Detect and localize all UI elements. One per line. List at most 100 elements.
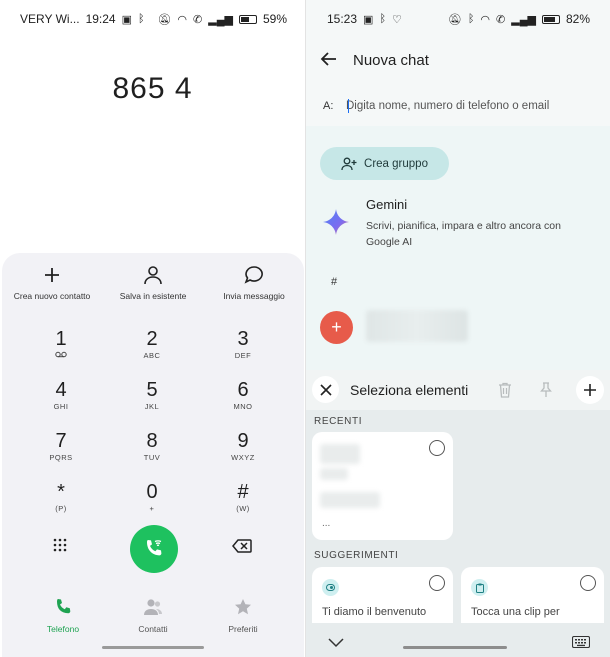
- create-contact-label: Crea nuovo contatto: [13, 291, 91, 301]
- battery-icon: [238, 14, 257, 24]
- mute-icon: 🔕︎: [447, 13, 462, 26]
- blurred-clip-content: [320, 444, 360, 464]
- star-icon: [235, 599, 251, 615]
- contacts-icon: [144, 599, 162, 615]
- key-letters: (P): [55, 504, 67, 513]
- key-digit: 4: [55, 379, 67, 401]
- message-icon: [204, 263, 304, 287]
- bluetooth-icon: ᛒ: [379, 13, 387, 25]
- battery-icon: [541, 14, 560, 24]
- signal-icon: ▂▄▆: [511, 13, 536, 26]
- save-existing-button[interactable]: Salva in esistente: [103, 263, 203, 301]
- clipboard-title: Seleziona elementi: [350, 382, 469, 398]
- status-bar-left: VERY Wi... 19:24 ▣ ᛒ 🔕︎ ◠ ✆ ▂▄▆ 59%: [0, 0, 305, 38]
- gemini-icon[interactable]: [323, 209, 349, 240]
- key-digit: 5: [146, 379, 158, 401]
- chevron-down-icon[interactable]: [328, 635, 344, 653]
- key-letters: JKL: [144, 402, 160, 411]
- trash-icon[interactable]: [498, 382, 512, 403]
- tab-label: Telefono: [46, 624, 80, 634]
- link-icon: ♡: [392, 13, 402, 26]
- recent-section-label: RECENTI: [314, 416, 363, 427]
- home-indicator: [102, 646, 204, 649]
- clip-more: ...: [322, 518, 331, 529]
- gemini-description: Scrivi, pianifica, impara e altro ancora…: [366, 220, 561, 248]
- send-message-label: Invia messaggio: [223, 291, 285, 301]
- backspace-icon[interactable]: [232, 539, 252, 558]
- key-letters: +: [149, 504, 155, 513]
- key-digit: 3: [237, 328, 249, 350]
- clipboard-panel: Seleziona elementi RECENTI ... SUGGERIME…: [306, 370, 610, 657]
- select-radio[interactable]: [429, 440, 445, 456]
- battery-percent: 59%: [262, 12, 287, 26]
- select-radio[interactable]: [580, 575, 596, 591]
- keyboard-toolbar: [306, 623, 610, 657]
- new-chat-screen: 15:23 ▣ ᛒ ♡ 🔕︎ ᛒ ◠ ✆ ▂▄▆ 82% Nuova chat …: [306, 0, 610, 657]
- wifi-icon: ◠: [177, 13, 188, 26]
- key-letters: MNO: [233, 402, 253, 411]
- bluetooth-icon: ᛒ: [467, 13, 475, 25]
- action-row: Crea nuovo contatto Salva in esistente I…: [2, 263, 304, 309]
- key-letters: PQRS: [49, 453, 73, 462]
- key-digit: *: [57, 481, 65, 503]
- select-radio[interactable]: [429, 575, 445, 591]
- carrier-label: VERY Wi...: [20, 12, 80, 26]
- battery-percent: 82%: [565, 12, 590, 26]
- key-0[interactable]: 0 +: [107, 481, 197, 525]
- clock: 19:24: [85, 12, 116, 26]
- clipboard-toolbar: Seleziona elementi: [306, 370, 610, 410]
- toggle-icon: [322, 579, 339, 596]
- key-hash[interactable]: # (W): [198, 481, 288, 525]
- create-group-label: Crea gruppo: [364, 157, 428, 170]
- key-digit: 7: [55, 430, 67, 452]
- close-icon: [319, 383, 332, 396]
- phone-icon: [57, 599, 71, 614]
- key-digit: 9: [237, 430, 249, 452]
- keyboard-icon[interactable]: [571, 635, 591, 653]
- key-8[interactable]: 8 TUV: [107, 430, 197, 474]
- key-digit: 8: [146, 430, 158, 452]
- key-letters: DEF: [234, 351, 252, 360]
- key-2[interactable]: 2 ABC: [107, 328, 197, 372]
- tab-contatti[interactable]: Contatti: [108, 598, 198, 634]
- back-arrow-icon[interactable]: [320, 50, 338, 73]
- key-digit: #: [237, 481, 249, 503]
- blurred-contact-name[interactable]: [366, 310, 468, 342]
- create-group-button[interactable]: Crea gruppo: [320, 147, 449, 180]
- bluetooth-icon: ᛒ: [138, 13, 145, 25]
- key-4[interactable]: 4 GHI: [16, 379, 106, 423]
- recent-clip-card[interactable]: ...: [312, 432, 453, 540]
- wifi-call-icon: [147, 540, 162, 556]
- call-button[interactable]: [130, 525, 178, 573]
- key-7[interactable]: 7 PQRS: [16, 430, 106, 474]
- create-contact-button[interactable]: Crea nuovo contatto: [2, 263, 102, 301]
- close-button[interactable]: [312, 376, 339, 403]
- dialed-number[interactable]: 865 4: [0, 72, 305, 106]
- signal-icon: ▂▄▆: [208, 13, 233, 26]
- key-1[interactable]: 1: [16, 328, 106, 372]
- key-digit: 6: [237, 379, 249, 401]
- key-6[interactable]: 6 MNO: [198, 379, 288, 423]
- home-indicator: [403, 646, 507, 649]
- pin-icon[interactable]: [540, 382, 552, 403]
- plus-icon: [2, 263, 102, 287]
- clock: 15:23: [327, 12, 358, 26]
- key-5[interactable]: 5 JKL: [107, 379, 197, 423]
- tab-telefono[interactable]: Telefono: [18, 598, 108, 634]
- gemini-name[interactable]: Gemini: [366, 197, 407, 212]
- send-message-button[interactable]: Invia messaggio: [204, 263, 304, 301]
- key-star[interactable]: * (P): [16, 481, 106, 525]
- contact-avatar[interactable]: +: [320, 311, 353, 344]
- wifi-icon: ◠: [480, 13, 491, 26]
- suggestions-section-label: SUGGERIMENTI: [314, 550, 399, 561]
- voicemail-icon: [16, 351, 106, 360]
- add-clip-button[interactable]: [576, 376, 604, 404]
- nfc-icon: ▣: [363, 13, 374, 26]
- clipboard-icon: [471, 579, 488, 596]
- dialpad-toggle-icon[interactable]: [52, 537, 68, 558]
- key-9[interactable]: 9 WXYZ: [198, 430, 288, 474]
- key-3[interactable]: 3 DEF: [198, 328, 288, 372]
- tab-preferiti[interactable]: Preferiti: [198, 598, 288, 634]
- recipient-input[interactable]: [346, 96, 596, 116]
- wifi-call-icon: ✆: [496, 13, 506, 26]
